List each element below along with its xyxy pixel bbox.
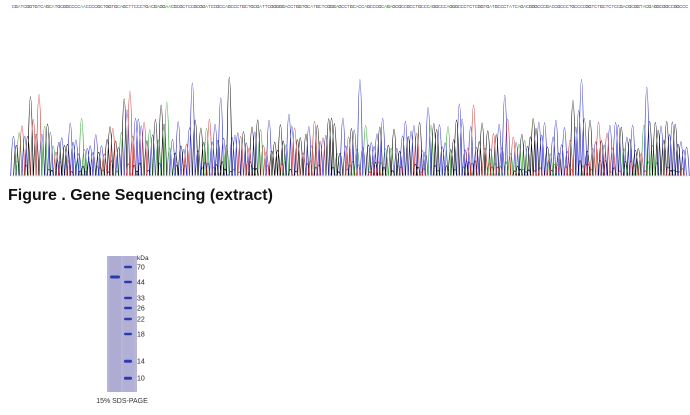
ladder-band-14 [124,359,132,363]
ladder-band-18 [124,332,132,336]
figure-caption: Figure . Gene Sequencing (extract) [8,187,273,204]
ladder-label-14: 14 [137,358,145,365]
trace-peaks [10,77,690,177]
base-call-sequence: CGATCGGTGTCAGCATGCGGCCCCAACCCCGCTGGTGCAG… [12,4,688,9]
ladder-label-22: 22 [137,316,145,323]
gel-ladder-lane-shade [123,256,134,392]
ladder-label-70: 70 [137,264,145,271]
ladder-band-10 [124,376,132,380]
ladder-band-70 [124,265,132,269]
base-call: C [685,4,688,9]
gene-sequencing-chromatogram: CGATCGGTGTCAGCATGCGGCCCCAACCCCGCTGGTGCAG… [10,4,690,177]
ladder-band-44 [124,280,132,284]
gel-unit-label: kDa [137,255,149,262]
ladder-label-10: 10 [137,375,145,382]
ladder-label-26: 26 [137,305,145,312]
ladder-label-44: 44 [137,279,145,286]
sample-protein-band [110,275,120,279]
ladder-label-33: 33 [137,295,145,302]
ladder-band-33 [124,296,132,300]
ladder-label-18: 18 [137,331,145,338]
gel-caption: 15% SDS-PAGE [96,398,148,405]
ladder-band-22 [124,317,132,321]
sds-page-gel-image: 70 44 33 26 22 18 14 10 kDa 15% SDS-PAGE [96,255,149,405]
ladder-band-26 [124,306,132,310]
